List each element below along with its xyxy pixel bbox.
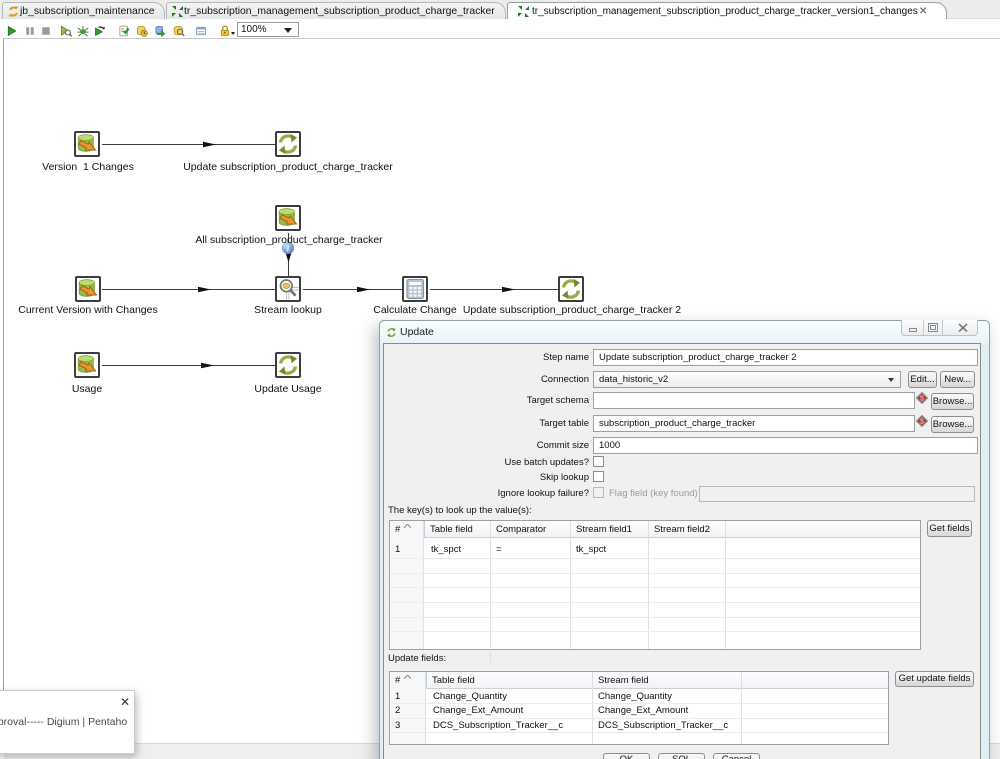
svg-text:$: $ — [920, 395, 924, 402]
svg-text:$: $ — [920, 418, 924, 425]
